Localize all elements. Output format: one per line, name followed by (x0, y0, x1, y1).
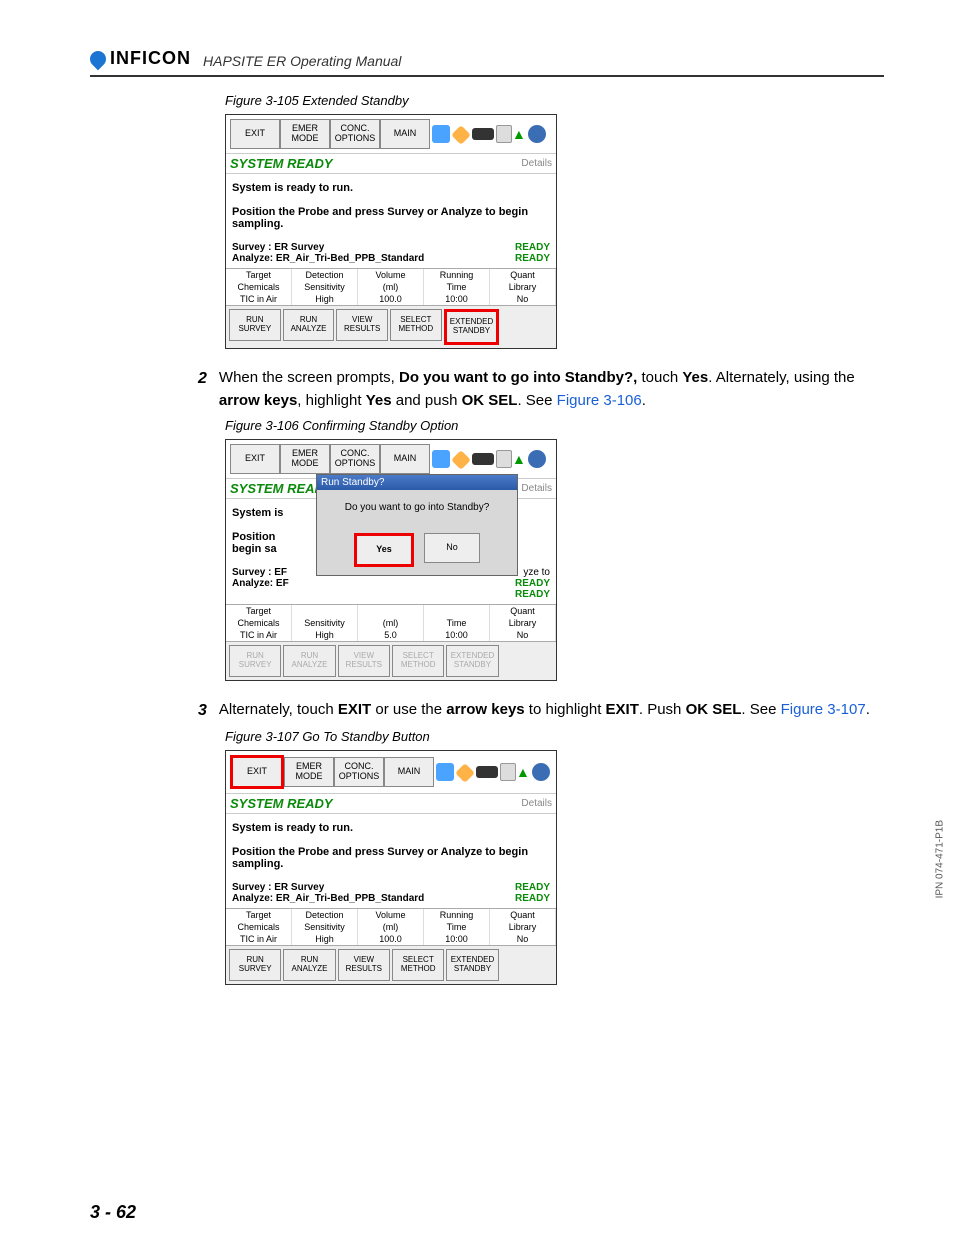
conc-options-button[interactable]: CONC. OPTIONS (330, 444, 380, 474)
view-results-button[interactable]: VIEW RESULTS (338, 949, 390, 981)
exit-button[interactable]: EXIT (230, 119, 280, 149)
system-ready-label: SYSTEM READY (230, 156, 333, 171)
run-survey-button[interactable]: RUN SURVEY (229, 309, 281, 341)
inficon-icon (87, 47, 110, 70)
figure-105-caption: Figure 3-105 Extended Standby (225, 93, 884, 108)
info-icon[interactable] (451, 450, 471, 470)
help-icon[interactable] (432, 450, 450, 468)
data-table: TargetDetectionVolumeRunningQuant Chemic… (226, 268, 556, 306)
step-2: 2 When the screen prompts, Do you want t… (198, 367, 884, 412)
step-3: 3 Alternately, touch EXIT or use the arr… (198, 699, 884, 723)
globe-icon[interactable] (528, 450, 546, 468)
toolbar: EXIT EMER MODE CONC. OPTIONS MAIN ▲ (226, 115, 556, 153)
printer-icon[interactable] (496, 125, 512, 143)
details-link[interactable]: Details (521, 158, 552, 169)
exit-button[interactable]: EXIT (230, 444, 280, 474)
document-id: IPN 074-471-P1B (934, 820, 945, 898)
standby-dialog: Run Standby? Do you want to go into Stan… (316, 474, 518, 576)
emer-mode-button[interactable]: EMER MODE (280, 119, 330, 149)
ready-msg-1: System is ready to run. (232, 182, 353, 194)
battery-icon (472, 128, 494, 140)
conc-options-button[interactable]: CONC. OPTIONS (334, 757, 384, 787)
figure-105: EXIT EMER MODE CONC. OPTIONS MAIN ▲ SYST… (225, 114, 557, 349)
figure-107-caption: Figure 3-107 Go To Standby Button (225, 729, 884, 744)
conc-options-button[interactable]: CONC. OPTIONS (330, 119, 380, 149)
help-icon[interactable] (436, 763, 454, 781)
analyze-mode: Analyze: ER_Air_Tri-Bed_PPB_Standard (232, 253, 424, 264)
info-icon[interactable] (451, 125, 471, 145)
globe-icon[interactable] (532, 763, 550, 781)
tree-icon: ▲ (512, 451, 526, 467)
printer-icon[interactable] (500, 763, 516, 781)
tree-icon: ▲ (516, 764, 530, 780)
no-button[interactable]: No (424, 533, 480, 563)
extended-standby-button[interactable]: EXTENDED STANDBY (446, 949, 498, 981)
dialog-title: Run Standby? (317, 475, 517, 490)
page-number: 3 - 62 (90, 1202, 136, 1223)
figure-106: EXIT EMER MODE CONC. OPTIONS MAIN ▲ SYST… (225, 439, 557, 681)
run-analyze-button[interactable]: RUN ANALYZE (283, 309, 335, 341)
figure-107: EXIT EMER MODE CONC. OPTIONS MAIN ▲ SYST… (225, 750, 557, 985)
extended-standby-button[interactable]: EXTENDED STANDBY (444, 309, 500, 345)
run-survey-button[interactable]: RUN SURVEY (229, 949, 281, 981)
figure-3-106-link[interactable]: Figure 3-106 (557, 392, 642, 409)
footer-buttons: RUN SURVEY RUN ANALYZE VIEW RESULTS SELE… (226, 306, 556, 348)
globe-icon[interactable] (528, 125, 546, 143)
run-analyze-button[interactable]: RUN ANALYZE (283, 949, 335, 981)
main-button[interactable]: MAIN (380, 444, 430, 474)
page-header: INFICON HAPSITE ER Operating Manual (90, 48, 884, 77)
tree-icon: ▲ (512, 126, 526, 142)
view-results-button[interactable]: VIEW RESULTS (336, 309, 388, 341)
info-icon[interactable] (455, 763, 475, 783)
battery-icon (472, 453, 494, 465)
select-method-button[interactable]: SELECT METHOD (392, 949, 444, 981)
figure-106-caption: Figure 3-106 Confirming Standby Option (225, 418, 884, 433)
printer-icon[interactable] (496, 450, 512, 468)
manual-title: HAPSITE ER Operating Manual (203, 53, 401, 69)
brand-logo: INFICON (90, 48, 191, 69)
survey-mode: Survey : ER Survey (232, 242, 324, 253)
yes-button[interactable]: Yes (354, 533, 414, 567)
ready-msg-2: Position the Probe and press Survey or A… (232, 206, 528, 230)
exit-button[interactable]: EXIT (230, 755, 284, 789)
help-icon[interactable] (432, 125, 450, 143)
select-method-button[interactable]: SELECT METHOD (390, 309, 442, 341)
emer-mode-button[interactable]: EMER MODE (280, 444, 330, 474)
emer-mode-button[interactable]: EMER MODE (284, 757, 334, 787)
figure-3-107-link[interactable]: Figure 3-107 (781, 701, 866, 718)
main-button[interactable]: MAIN (384, 757, 434, 787)
battery-icon (476, 766, 498, 778)
main-button[interactable]: MAIN (380, 119, 430, 149)
dialog-message: Do you want to go into Standby? (317, 490, 517, 525)
